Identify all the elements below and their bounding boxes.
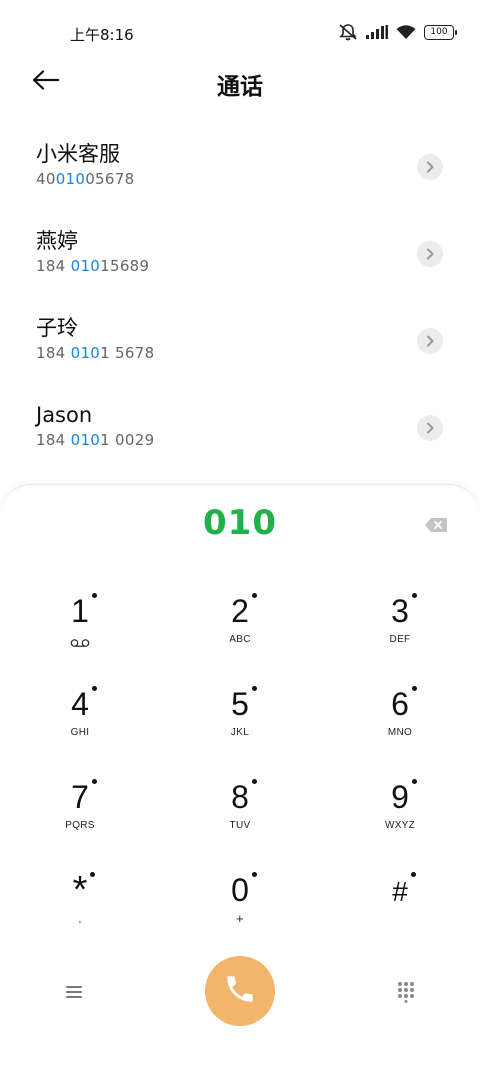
contact-number: 184 0101 0029 — [36, 431, 155, 449]
number-match: 010 — [55, 170, 86, 188]
key-letters: PQRS — [65, 820, 95, 831]
indicator-dot — [91, 593, 97, 598]
contact-item[interactable]: Jason 184 0101 0029 — [0, 385, 480, 472]
phone-icon — [223, 972, 257, 1010]
chevron-right-icon — [425, 332, 435, 351]
chevron-right-icon — [425, 245, 435, 264]
key-digit: 2 — [231, 593, 249, 629]
contact-name: 子玲 — [36, 316, 78, 340]
contact-detail-button[interactable] — [417, 241, 443, 267]
key-7[interactable]: 7 PQRS — [25, 777, 135, 865]
chevron-right-icon — [425, 419, 435, 438]
key-5[interactable]: 5 JKL — [185, 684, 295, 772]
key-3[interactable]: 3 DEF — [345, 591, 455, 679]
key-letters: JKL — [230, 727, 250, 738]
key-digit: 3 — [391, 593, 409, 629]
key-1[interactable]: 1 — [25, 591, 135, 679]
key-letters: , — [78, 914, 82, 925]
key-digit: 1 — [71, 593, 89, 629]
keypad-toggle-button[interactable] — [396, 981, 416, 1003]
number-match: 010 — [70, 257, 101, 275]
indicator-dot — [251, 779, 257, 784]
key-6[interactable]: 6 MNO — [345, 684, 455, 772]
contact-name: 燕婷 — [36, 229, 78, 253]
number-match: 010 — [70, 431, 101, 449]
contact-detail-button[interactable] — [417, 328, 443, 354]
call-button[interactable] — [205, 956, 275, 1026]
contact-detail-button[interactable] — [417, 154, 443, 180]
indicator-dot — [410, 872, 416, 877]
contact-name: Jason — [36, 403, 93, 427]
hamburger-icon — [64, 986, 84, 1005]
page-title: 通话 — [217, 74, 263, 100]
key-hash[interactable]: # — [345, 870, 455, 958]
dialed-number: 010 — [203, 503, 277, 543]
contact-number: 184 01015689 — [36, 257, 150, 275]
key-digit: 6 — [391, 686, 409, 722]
indicator-dot — [91, 779, 97, 784]
indicator-dot — [90, 872, 96, 877]
mute-bell-icon — [338, 23, 358, 41]
key-letters: MNO — [387, 727, 413, 738]
key-9[interactable]: 9 WXYZ — [345, 777, 455, 865]
indicator-dot — [91, 686, 97, 691]
dialpad-panel: 010 1 2 ABC 3 DEF 4 GHI 5 JKL 6 MNO 7 PQ… — [0, 484, 480, 1066]
contact-item[interactable]: 小米客服 4001005678 — [0, 124, 480, 211]
key-digit: # — [392, 876, 408, 907]
dialpad-icon — [396, 982, 416, 1007]
voicemail-icon — [70, 633, 90, 652]
key-letters: WXYZ — [384, 820, 416, 831]
indicator-dot — [251, 593, 257, 598]
indicator-dot — [411, 686, 417, 691]
number-match: 010 — [70, 344, 101, 362]
key-letters: ABC — [229, 634, 251, 645]
wifi-icon — [396, 24, 416, 40]
key-star[interactable]: * , — [25, 870, 135, 958]
key-letters: + — [236, 911, 244, 926]
contact-name: 小米客服 — [36, 142, 120, 166]
indicator-dot — [411, 779, 417, 784]
menu-button[interactable] — [64, 983, 84, 1001]
contact-number: 4001005678 — [36, 170, 135, 188]
key-letters: GHI — [70, 727, 90, 738]
key-letters: DEF — [389, 634, 411, 645]
key-digit: 0 — [231, 872, 249, 908]
key-digit: * — [72, 869, 88, 911]
contact-number: 184 0101 5678 — [36, 344, 155, 362]
key-4[interactable]: 4 GHI — [25, 684, 135, 772]
key-digit: 5 — [231, 686, 249, 722]
indicator-dot — [411, 593, 417, 598]
contact-detail-button[interactable] — [417, 415, 443, 441]
indicator-dot — [251, 872, 257, 877]
key-digit: 7 — [71, 779, 89, 815]
signal-icon — [366, 25, 388, 39]
battery-icon: 100 — [424, 24, 457, 40]
backspace-icon — [424, 518, 448, 537]
key-digit: 9 — [391, 779, 409, 815]
backspace-button[interactable] — [424, 517, 448, 533]
chevron-right-icon — [425, 158, 435, 177]
key-0[interactable]: 0 + — [185, 870, 295, 958]
header: 通话 — [0, 58, 480, 108]
indicator-dot — [251, 686, 257, 691]
key-digit: 4 — [71, 686, 89, 722]
contact-item[interactable]: 子玲 184 0101 5678 — [0, 298, 480, 385]
key-8[interactable]: 8 TUV — [185, 777, 295, 865]
key-digit: 8 — [231, 779, 249, 815]
status-time: 上午8:16 — [70, 26, 134, 44]
key-2[interactable]: 2 ABC — [185, 591, 295, 679]
key-letters: TUV — [229, 820, 251, 831]
contact-list: 小米客服 4001005678 燕婷 184 01015689 子玲 184 0… — [0, 124, 480, 472]
status-bar: 上午8:16 100 — [0, 0, 480, 66]
contact-item[interactable]: 燕婷 184 01015689 — [0, 211, 480, 298]
status-icons: 100 — [338, 23, 457, 41]
